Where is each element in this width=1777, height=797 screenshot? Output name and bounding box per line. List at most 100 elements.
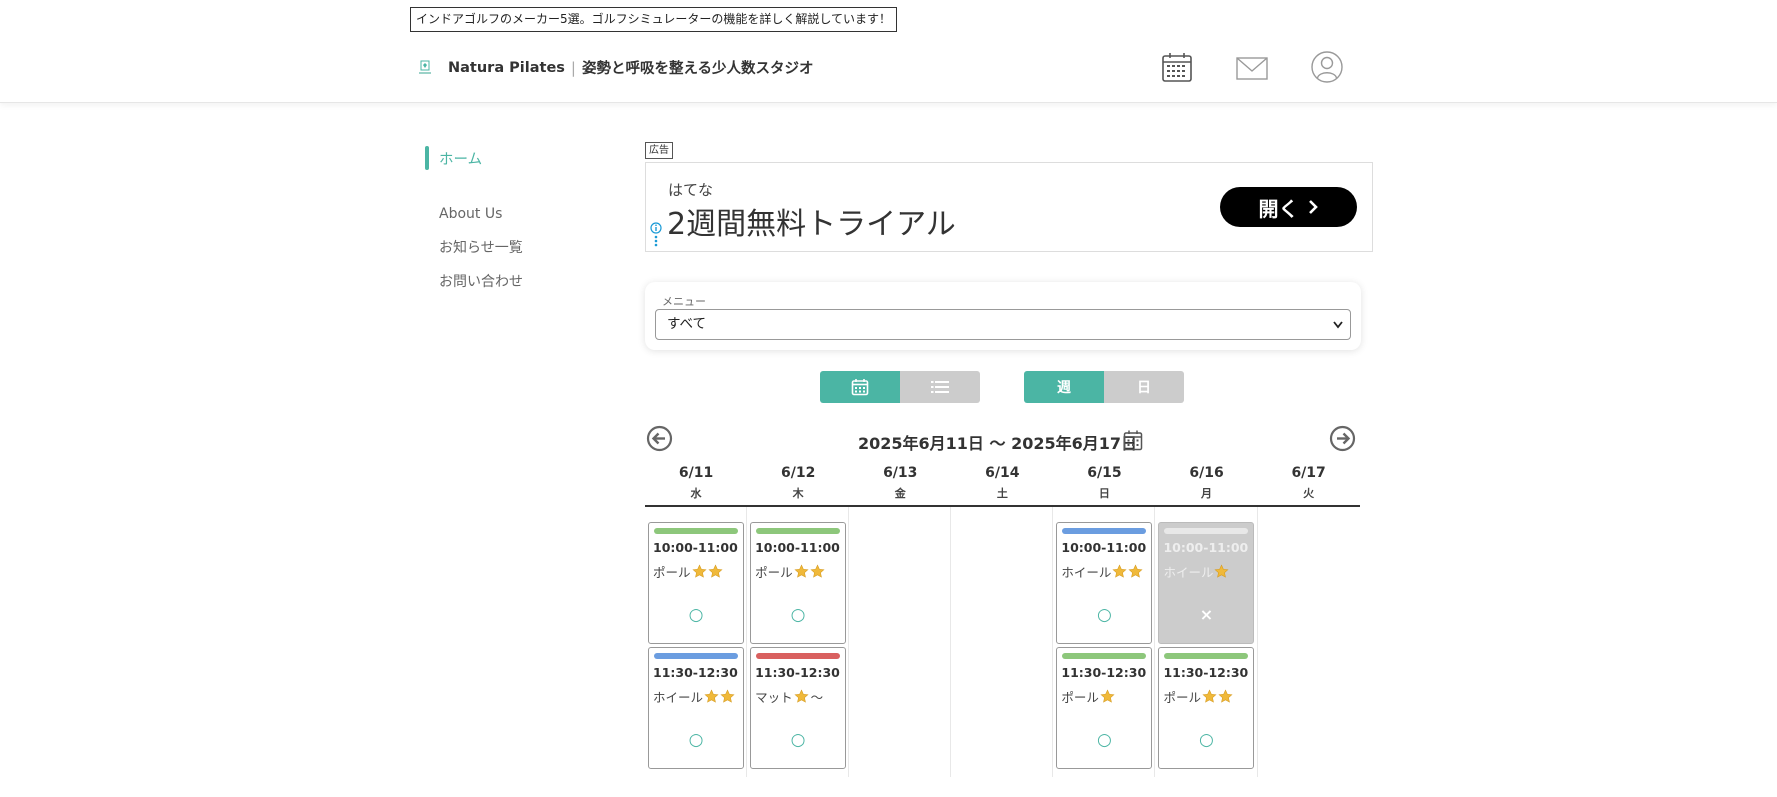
day-weekday: 土 (996, 487, 1008, 500)
availability-status: ○ (1096, 730, 1112, 750)
day-header: 6/14 土 (951, 463, 1053, 505)
day-weekday: 日 (1098, 487, 1110, 500)
availability-status: ○ (688, 605, 704, 625)
slot-time: 10:00-11:00 (1061, 540, 1147, 555)
day-date: 6/17 (1291, 465, 1326, 481)
user-icon[interactable] (1310, 50, 1344, 84)
lesson-slot[interactable]: 11:30-12:30 ポール ○ (1158, 647, 1255, 769)
day-date: 6/11 (678, 465, 714, 481)
lesson-name-text: ホイール (653, 690, 704, 705)
sidebar-item-home[interactable]: ホーム (425, 145, 523, 171)
sidebar-item-contact[interactable]: お問い合わせ (439, 265, 523, 299)
slot-time: 11:30-12:30 (755, 665, 840, 680)
menu-label: メニュー (662, 295, 706, 308)
star-icon (691, 564, 707, 578)
day-header: 6/17 火 (1258, 463, 1360, 505)
lesson-suffix: 〜 (810, 690, 824, 705)
menu-selected-value: すべて (667, 316, 707, 332)
star-icon (707, 564, 723, 578)
day-column: 10:00-11:00 ポール ○ 11:30-12:30 ホイール ○ (645, 507, 748, 777)
day-date: 6/15 (1087, 465, 1122, 481)
ad-info-icon[interactable] (649, 221, 663, 249)
availability-status: ○ (1199, 730, 1214, 750)
star-icon (1100, 689, 1115, 703)
lesson-slot[interactable]: 11:30-12:30 マット 〜 ○ (750, 647, 847, 769)
lesson-slot[interactable]: 10:00-11:00 ポール ○ (750, 522, 847, 644)
slot-time: 10:00-11:00 (653, 540, 738, 555)
menu-select[interactable]: すべて (655, 309, 1351, 340)
active-indicator (425, 146, 429, 170)
mail-icon[interactable] (1235, 52, 1269, 86)
day-header: 6/12 木 (747, 463, 849, 505)
day-column: 10:00-11:00 ホイール × 11:30-12:30 ポール ○ (1155, 507, 1258, 777)
star-icon (810, 564, 825, 578)
menu-filter-card: メニュー すべて (645, 282, 1361, 350)
calendar-header: 6/11 水 6/12 木 6/13 金 6/14 土 6/15 日 6/16 月 6/17 火 (645, 463, 1360, 507)
availability-status: ○ (790, 730, 806, 750)
site-header: インドアゴルフのメーカー5選。ゴルフシミュレーターの機能を詳しく解説しています！… (0, 0, 1777, 103)
slot-lesson-name: ホイール (1061, 562, 1147, 581)
slot-time: 11:30-12:30 (1061, 665, 1147, 680)
availability-status: ○ (790, 605, 806, 625)
day-header: 6/15 日 (1053, 463, 1155, 505)
day-period-button[interactable]: 日 (1104, 371, 1184, 403)
lesson-slot[interactable]: 11:30-12:30 ホイール ○ (648, 647, 744, 769)
view-mode-toggle (820, 371, 980, 403)
date-picker-icon[interactable] (1123, 429, 1143, 451)
day-date: 6/14 (985, 465, 1020, 481)
day-weekday: 水 (690, 487, 702, 500)
lesson-name-text: ホイール (1163, 565, 1214, 580)
category-color-bar (756, 653, 841, 659)
lesson-slot[interactable]: 10:00-11:00 ホイール ○ (1056, 522, 1153, 644)
slot-lesson-name: ポール (1061, 687, 1147, 706)
slot-lesson-name: ホイール (1163, 562, 1249, 581)
lesson-slot: 10:00-11:00 ホイール × (1158, 522, 1255, 644)
category-color-bar (1164, 528, 1249, 534)
day-weekday: 金 (894, 487, 906, 500)
lesson-name-text: マット (755, 690, 793, 705)
day-header: 6/13 金 (849, 463, 951, 505)
lesson-slot[interactable]: 11:30-12:30 ポール ○ (1056, 647, 1153, 769)
sidebar-item-news[interactable]: お知らせ一覧 (439, 231, 523, 265)
sidebar-nav: ホーム About Us お知らせ一覧 お問い合わせ (425, 145, 523, 299)
category-color-bar (1062, 528, 1147, 534)
week-calendar: 6/11 水 6/12 木 6/13 金 6/14 土 6/15 日 6/16 月 6/17 火 10:0… (645, 463, 1360, 777)
availability-status: ○ (688, 730, 704, 750)
brand-logo-icon (419, 60, 431, 74)
star-icon (794, 564, 809, 578)
calendar-view-button[interactable] (820, 371, 900, 403)
period-toggle: 週 日 (1024, 371, 1184, 403)
day-header: 6/11 水 (645, 463, 747, 505)
list-view-button[interactable] (900, 371, 980, 403)
star-icon (794, 689, 809, 703)
star-icon (720, 689, 735, 703)
lesson-slot[interactable]: 10:00-11:00 ポール ○ (648, 522, 744, 644)
prev-week-arrow-icon[interactable] (646, 425, 673, 452)
slot-lesson-name: マット 〜 (755, 687, 841, 706)
ad-open-button[interactable]: 開く (1220, 187, 1357, 227)
day-date: 6/13 (883, 465, 918, 481)
ad-brand: はてな (668, 181, 714, 199)
ad-banner[interactable]: はてな 2週間無料トライアル 開く (645, 162, 1373, 252)
day-weekday: 木 (792, 487, 804, 500)
slot-lesson-name: ポール (755, 562, 841, 581)
ad-title: 2週間無料トライアル (667, 207, 956, 242)
top-banner-link[interactable]: インドアゴルフのメーカー5選。ゴルフシミュレーターの機能を詳しく解説しています！ (410, 7, 898, 32)
slot-time: 10:00-11:00 (755, 540, 840, 555)
star-icon (1128, 564, 1143, 578)
calendar-body: 10:00-11:00 ポール ○ 11:30-12:30 ホイール ○ 10:00-11:… (645, 507, 1360, 777)
brand[interactable]: Natura Pilates | 姿勢と呼吸を整える少人数スタジオ (416, 57, 814, 78)
lesson-name-text: ポール (653, 565, 691, 580)
sidebar-item-about[interactable]: About Us (439, 197, 523, 231)
star-icon (1214, 564, 1230, 578)
calendar-icon[interactable] (1160, 50, 1194, 84)
day-column: 10:00-11:00 ホイール ○ 11:30-12:30 ポール ○ (1053, 507, 1156, 777)
sidebar-item-home-label: ホーム (439, 151, 483, 168)
ad-open-label: 開く (1258, 198, 1299, 221)
next-week-arrow-icon[interactable] (1329, 425, 1356, 452)
list-icon (931, 381, 949, 393)
week-period-button[interactable]: 週 (1024, 371, 1104, 403)
brand-name: Natura Pilates (448, 59, 565, 76)
category-color-bar (756, 528, 841, 534)
star-icon (704, 689, 719, 703)
